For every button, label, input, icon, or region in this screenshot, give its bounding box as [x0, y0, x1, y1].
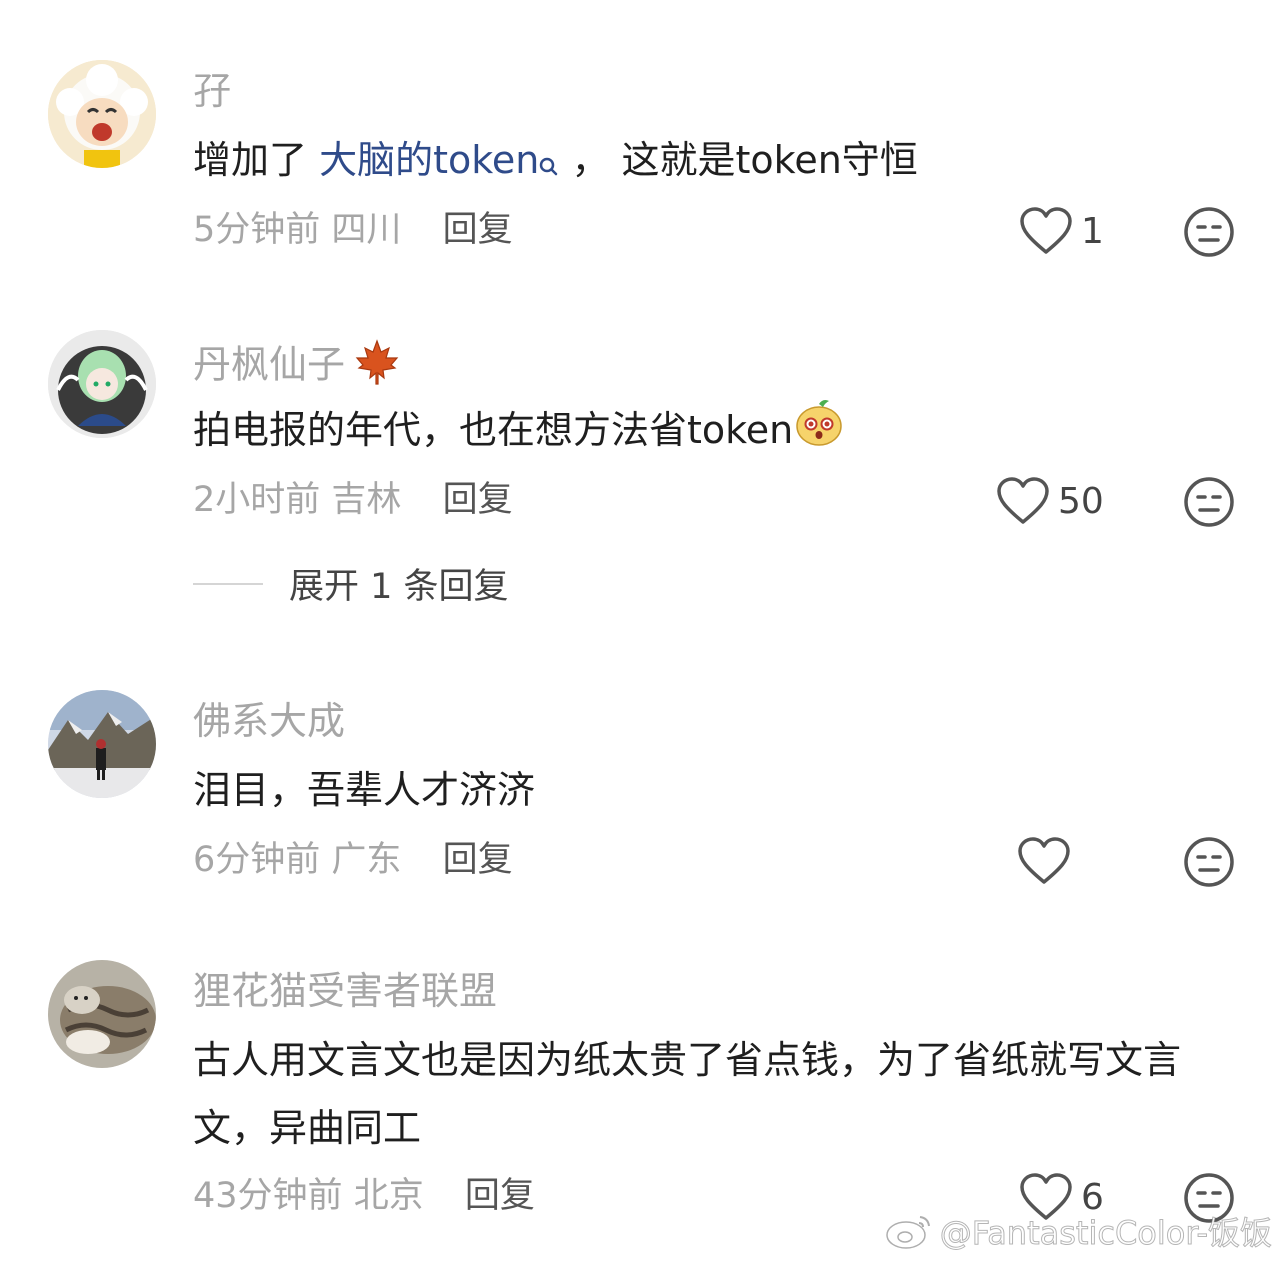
- like-count: 1: [1081, 210, 1104, 252]
- avatar[interactable]: [48, 60, 156, 168]
- watermark-text: @FantasticColor-饭饭: [939, 1214, 1272, 1253]
- search-link[interactable]: 大脑的token: [319, 138, 539, 182]
- expand-replies-button[interactable]: 展开 1 条回复: [193, 558, 509, 609]
- like-button[interactable]: 1: [1019, 203, 1104, 259]
- reply-button[interactable]: 回复: [443, 210, 513, 250]
- surprised-face-emoji: [793, 396, 845, 469]
- maple-leaf-icon: [353, 338, 401, 396]
- like-button[interactable]: [1017, 833, 1079, 889]
- weibo-logo-icon: [885, 1216, 930, 1249]
- heart-outline-icon: [1018, 837, 1070, 884]
- comment-time: 5分钟前: [193, 210, 321, 250]
- watermark: @FantasticColor-饭饭: [884, 1208, 1273, 1254]
- username[interactable]: 狸花猫受害者联盟: [193, 968, 497, 1014]
- reply-button[interactable]: 回复: [443, 480, 513, 520]
- reply-button[interactable]: 回复: [465, 1176, 535, 1216]
- comment-time: 6分钟前: [193, 840, 321, 880]
- comment-meta: 6分钟前 广东 回复: [193, 838, 513, 882]
- meh-face-icon[interactable]: [1183, 476, 1235, 528]
- avatar[interactable]: [48, 690, 156, 798]
- meh-face-icon[interactable]: [1183, 836, 1235, 888]
- avatar[interactable]: [48, 330, 156, 438]
- comment-meta: 5分钟前 四川 回复: [193, 208, 513, 252]
- reply-button[interactable]: 回复: [443, 840, 513, 880]
- comment-location: 北京: [353, 1176, 424, 1216]
- comment-text-suffix: ， 这就是token守恒: [559, 138, 918, 182]
- search-icon[interactable]: [539, 132, 559, 200]
- comment-time: 2小时前: [193, 480, 321, 520]
- username[interactable]: 佛系大成: [193, 698, 345, 744]
- comment-text-body: 拍电报的年代，也在想方法省token: [193, 408, 794, 452]
- expand-replies-label: 展开 1 条回复: [289, 567, 509, 607]
- like-button[interactable]: 50: [996, 473, 1104, 529]
- divider: [193, 582, 263, 585]
- comment-text: 古人用文言文也是因为纸太贵了省点钱，为了省纸就写文言文，异曲同工: [193, 1026, 1243, 1162]
- username[interactable]: 孖: [193, 68, 231, 114]
- comment-text-body: 泪目，吾辈人才济济: [193, 768, 536, 812]
- username[interactable]: 丹枫仙子: [193, 338, 401, 396]
- heart-outline-icon: [997, 477, 1049, 524]
- comment-location: 四川: [331, 210, 402, 250]
- comment-location: 广东: [331, 840, 402, 880]
- comment-time: 43分钟前: [193, 1176, 343, 1216]
- meh-face-icon[interactable]: [1183, 206, 1235, 258]
- comment-meta: 43分钟前 北京 回复: [193, 1174, 535, 1218]
- avatar[interactable]: [48, 960, 156, 1068]
- comment-text-prefix: 增加了: [193, 138, 320, 182]
- heart-outline-icon: [1020, 207, 1072, 254]
- comment-text: 泪目，吾辈人才济济: [193, 756, 1243, 824]
- like-count: 50: [1058, 480, 1104, 522]
- comment-text: 拍电报的年代，也在想方法省token: [193, 396, 1243, 469]
- comment-text: 增加了 大脑的token ， 这就是token守恒: [193, 126, 1243, 200]
- comment-location: 吉林: [331, 480, 402, 520]
- comment-text-body: 古人用文言文也是因为纸太贵了省点钱，为了省纸就写文言文，异曲同工: [193, 1038, 1182, 1150]
- username-text: 丹枫仙子: [193, 342, 346, 387]
- comment-meta: 2小时前 吉林 回复: [193, 478, 513, 522]
